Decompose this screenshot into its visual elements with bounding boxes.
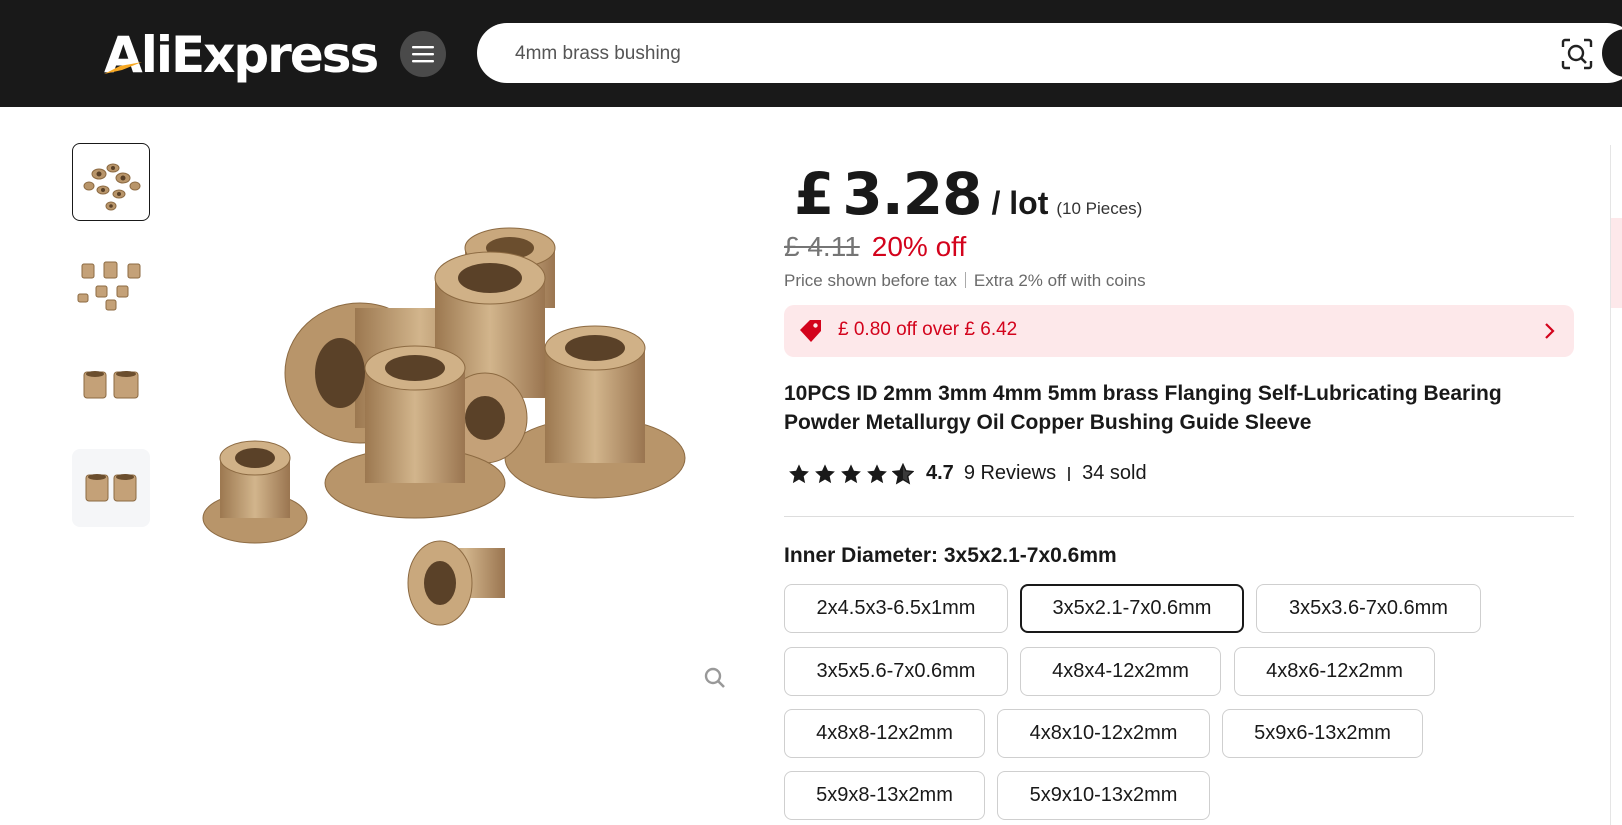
logo-text: AliExpress [104, 26, 379, 84]
menu-button[interactable] [400, 31, 446, 77]
star-icon [867, 463, 887, 483]
pieces-count: (10 Pieces) [1056, 199, 1143, 218]
variant-option[interactable]: 5x9x6-13x2mm [1222, 709, 1423, 758]
camera-search-icon[interactable] [1560, 37, 1594, 71]
star-icon [789, 463, 809, 483]
rating-separator [1068, 466, 1071, 481]
price-tag-icon [800, 320, 821, 342]
bushing-pair-thumbnail-2 [85, 474, 137, 502]
variant-option[interactable]: 4x8x8-12x2mm [784, 709, 985, 758]
rating-row: 4.7 9 Reviews 34 sold [784, 462, 1147, 485]
price-unit: / lot [991, 185, 1049, 221]
star-icon [815, 463, 835, 483]
variant-option[interactable]: 2x4.5x3-6.5x1mm [784, 584, 1008, 633]
variant-option[interactable]: 5x9x8-13x2mm [784, 771, 985, 820]
price-row: £ 3.28 / lot (10 Pieces) [794, 160, 1142, 228]
sold-count: 34 sold [1082, 462, 1147, 484]
tax-note: Price shown before tax [784, 271, 957, 290]
search-bar [477, 23, 1622, 85]
rating-value: 4.7 [926, 462, 954, 484]
thumbnail-3[interactable] [72, 346, 150, 424]
discount-label: 20% off [871, 231, 967, 262]
original-price: £ 4.11 [784, 231, 860, 262]
star-rating [788, 462, 914, 485]
variant-option[interactable]: 5x9x10-13x2mm [997, 771, 1210, 820]
side-panel-accent [1611, 218, 1622, 308]
coupon-banner[interactable]: £ 0.80 off over £ 6.42 [784, 305, 1574, 357]
thumbnail-2[interactable] [72, 244, 150, 322]
variant-option[interactable]: 3x5x5.6-7x0.6mm [784, 647, 1008, 696]
logo-swoosh-icon [104, 62, 142, 74]
search-button[interactable] [1602, 29, 1622, 77]
currency-symbol: £ [794, 160, 835, 228]
star-icon [841, 463, 861, 483]
chevron-right-icon [1545, 323, 1555, 339]
variant-label: Inner Diameter: 3x5x2.1-7x0.6mm [784, 544, 1117, 567]
thumbnail-1[interactable] [72, 143, 150, 221]
tax-separator [964, 272, 966, 288]
top-header: AliExpress [0, 0, 1622, 107]
thumbnail-4[interactable] [72, 449, 150, 527]
product-title: 10PCS ID 2mm 3mm 4mm 5mm brass Flanging … [784, 382, 1502, 434]
main-product-image[interactable] [185, 218, 705, 688]
variant-option[interactable]: 4x8x6-12x2mm [1234, 647, 1435, 696]
coupon-text: £ 0.80 off over £ 6.42 [838, 319, 1018, 340]
tax-note-row: Price shown before tax Extra 2% off with … [784, 271, 1146, 291]
search-input[interactable] [513, 23, 1417, 85]
divider [784, 516, 1574, 517]
coins-note: Extra 2% off with coins [973, 271, 1146, 290]
zoom-icon[interactable] [703, 666, 727, 690]
aliexpress-logo[interactable]: AliExpress [104, 22, 379, 88]
variant-option[interactable]: 4x8x4-12x2mm [1020, 647, 1221, 696]
bushing-set-thumbnail [83, 163, 141, 211]
half-star-icon [892, 462, 914, 484]
variant-option[interactable]: 4x8x10-12x2mm [997, 709, 1210, 758]
hamburger-menu-icon [412, 46, 434, 63]
bushing-grid-thumbnail [77, 261, 141, 311]
variant-option[interactable]: 3x5x3.6-7x0.6mm [1256, 584, 1481, 633]
reviews-link[interactable]: 9 Reviews [964, 462, 1056, 485]
bushing-pair-thumbnail [83, 371, 139, 399]
original-price-row: £ 4.11 20% off [784, 231, 966, 263]
price-value: 3.28 [842, 160, 982, 228]
variant-option-selected[interactable]: 3x5x2.1-7x0.6mm [1020, 584, 1244, 633]
